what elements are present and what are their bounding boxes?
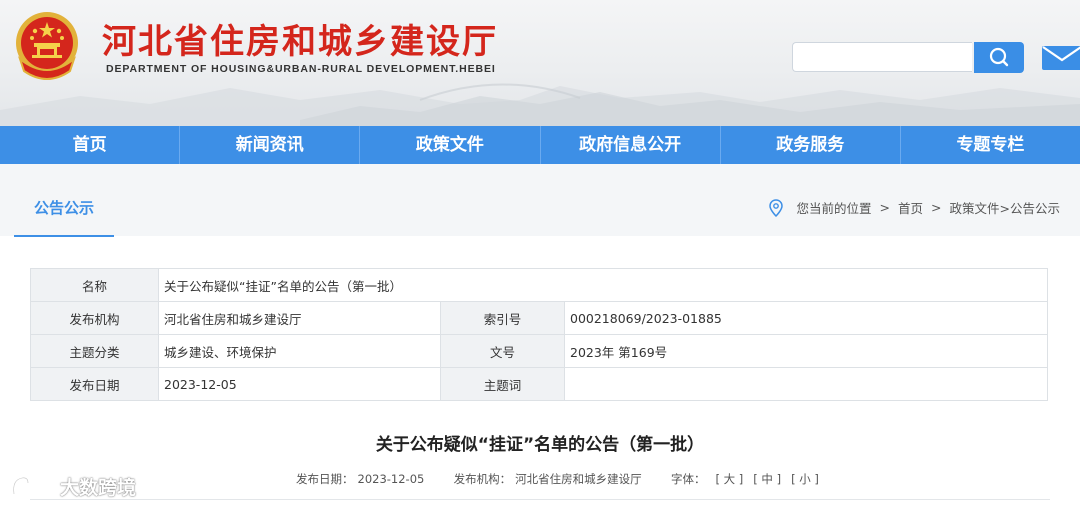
index-value: 000218069/2023-01885 <box>564 301 1048 335</box>
breadcrumb-path-link[interactable]: 政策文件>公告公示 <box>950 198 1060 217</box>
national-emblem-icon <box>16 12 78 80</box>
article-title: 关于公布疑似“挂证”名单的公告（第一批） <box>375 435 705 455</box>
category-label: 主题分类 <box>30 334 159 368</box>
org-label: 发布机构 <box>30 301 159 335</box>
table-row: 主题分类 城乡建设、环境保护 文号 2023年 第169号 <box>30 334 1048 368</box>
name-label: 名称 <box>30 268 159 302</box>
docno-value: 2023年 第169号 <box>564 334 1048 368</box>
divider <box>30 499 1050 500</box>
site-header: 河北省住房和城乡建设厅 DEPARTMENT OF HOUSING&URBAN-… <box>0 0 1080 126</box>
breadcrumb-separator: > <box>931 200 942 215</box>
nav-item-topics[interactable]: 专题专栏 <box>901 126 1080 164</box>
publish-date-label: 发布日期： <box>296 472 354 486</box>
search-button[interactable] <box>974 42 1024 73</box>
font-large-button[interactable]: [ 大 ] <box>715 472 743 486</box>
publish-date-value: 2023-12-05 <box>357 472 425 486</box>
name-value: 关于公布疑似“挂证”名单的公告（第一批） <box>158 268 1048 302</box>
watermark-logo-icon <box>12 476 54 496</box>
article-meta: 发布日期： 2023-12-05 发布机构： 河北省住房和城乡建设厅 字体： [ 大 … <box>296 471 823 487</box>
section-title: 公告公示 <box>14 164 114 237</box>
font-medium-button[interactable]: [ 中 ] <box>753 472 781 486</box>
breadcrumb-home-link[interactable]: 首页 <box>898 198 923 217</box>
nav-item-news[interactable]: 新闻资讯 <box>180 126 361 164</box>
nav-item-services[interactable]: 政务服务 <box>721 126 901 164</box>
keyword-value <box>564 367 1048 401</box>
nav-item-gov-info[interactable]: 政府信息公开 <box>541 126 721 164</box>
category-value: 城乡建设、环境保护 <box>158 334 441 368</box>
search-icon <box>989 47 1009 67</box>
site-title: 河北省住房和城乡建设厅 <box>102 22 498 62</box>
nav-item-home[interactable]: 首页 <box>0 126 181 164</box>
main-nav: 首页 新闻资讯 政策文件 政府信息公开 政务服务 专题专栏 <box>0 126 1080 164</box>
mail-icon[interactable] <box>1040 44 1080 72</box>
table-row: 发布机构 河北省住房和城乡建设厅 索引号 000218069/2023-0188… <box>30 301 1048 335</box>
publish-org-label: 发布机构： <box>453 472 512 486</box>
watermark-text: 大数跨境 <box>60 476 137 499</box>
nav-item-policy[interactable]: 政策文件 <box>360 126 541 164</box>
breadcrumb-separator: > <box>879 200 891 215</box>
breadcrumb-bar: 公告公示 您当前的位置 > 首页 > 政策文件>公告公示 <box>0 164 1080 237</box>
date-label: 发布日期 <box>30 367 159 401</box>
search-input[interactable] <box>792 42 972 72</box>
org-value: 河北省住房和城乡建设厅 <box>158 301 441 335</box>
publish-org-value: 河北省住房和城乡建设厅 <box>515 472 642 486</box>
watermark: 大数跨境 <box>10 472 136 500</box>
font-size-label: 字体： <box>670 472 706 486</box>
location-pin-icon <box>768 198 783 217</box>
docno-label: 文号 <box>440 334 565 368</box>
index-label: 索引号 <box>440 301 565 335</box>
site-subtitle: DEPARTMENT OF HOUSING&URBAN-RURAL DEVELO… <box>106 63 496 75</box>
keyword-label: 主题词 <box>440 367 565 401</box>
font-small-button[interactable]: [ 小 ] <box>791 472 819 486</box>
document-meta-table: 名称 关于公布疑似“挂证”名单的公告（第一批） 发布机构 河北省住房和城乡建设厅… <box>30 268 1048 401</box>
location-label: 您当前的位置 <box>796 201 872 216</box>
breadcrumb: 您当前的位置 > 首页 > 政策文件>公告公示 <box>768 198 1060 217</box>
table-row: 发布日期 2023-12-05 主题词 <box>30 367 1048 401</box>
date-value: 2023-12-05 <box>158 367 441 401</box>
table-row: 名称 关于公布疑似“挂证”名单的公告（第一批） <box>30 268 1048 302</box>
